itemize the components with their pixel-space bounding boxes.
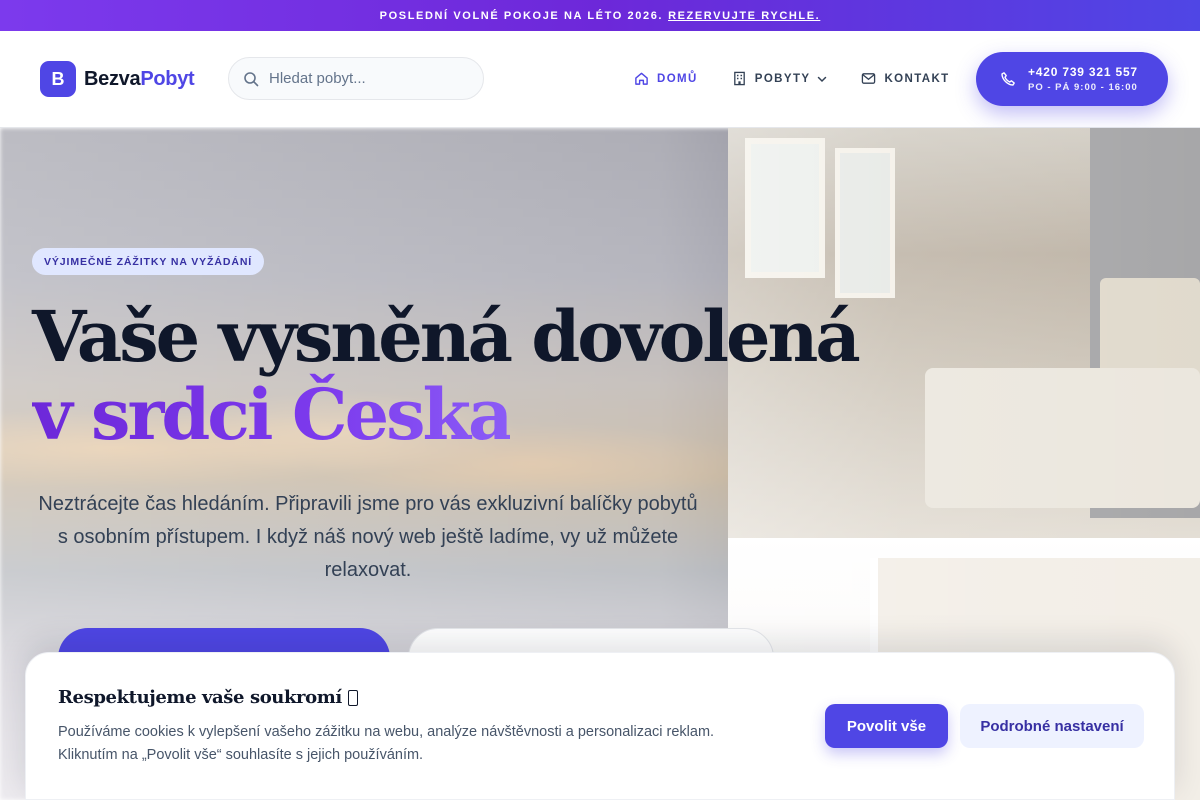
nav-item-home-label: DOMŮ xyxy=(657,72,698,85)
chevron-down-icon xyxy=(818,76,827,82)
logo-badge: B xyxy=(40,61,76,97)
cookie-settings-button[interactable]: Podrobné nastavení xyxy=(960,704,1144,748)
main-nav: DOMŮ POBYTY KONTAKT xyxy=(634,71,984,86)
phone-hours: PO - PÁ 9:00 - 16:00 xyxy=(1028,82,1138,93)
announcement-bar: POSLEDNÍ VOLNÉ POKOJE NA LÉTO 2026. REZE… xyxy=(0,0,1200,31)
phone-button[interactable]: +420 739 321 557 PO - PÁ 9:00 - 16:00 xyxy=(976,52,1168,106)
cookie-banner: Respektujeme vaše soukromí Používáme coo… xyxy=(25,652,1175,800)
announcement-link[interactable]: REZERVUJTE RYCHLE. xyxy=(668,10,820,22)
hero-lead-text: Neztrácejte čas hledáním. Připravili jsm… xyxy=(38,493,698,581)
hero-headline-line2: v srdci Česka xyxy=(32,373,513,456)
logo-text-part2: Pobyt xyxy=(140,67,195,90)
logo[interactable]: B BezvaPobyt xyxy=(40,61,195,97)
cookie-title-row: Respektujeme vaše soukromí xyxy=(58,687,358,708)
search-input[interactable] xyxy=(269,70,469,87)
cookie-allow-all-button[interactable]: Povolit vše xyxy=(825,704,948,748)
cookie-text: Používáme cookies k vylepšení vašeho záž… xyxy=(58,724,715,763)
phone-number: +420 739 321 557 xyxy=(1028,65,1138,79)
phone-icon xyxy=(1001,72,1015,86)
mail-icon xyxy=(862,73,876,84)
cookie-title: Respektujeme vaše soukromí xyxy=(58,687,342,708)
logo-text: BezvaPobyt xyxy=(84,67,195,91)
nav-item-contact-label: KONTAKT xyxy=(884,72,950,85)
hero-badge: VÝJIMEČNÉ ZÁŽITKY NA VYŽÁDÁNÍ xyxy=(32,248,265,275)
building-icon xyxy=(733,71,745,86)
site-header: B BezvaPobyt DOMŮ POBYTY xyxy=(0,31,1200,128)
logo-text-part1: Bezva xyxy=(84,67,141,90)
hero-headline-line1: Vaše vysněná dovolená xyxy=(32,295,861,378)
cookie-icon xyxy=(347,689,358,706)
search-icon xyxy=(244,71,259,86)
nav-item-home[interactable]: DOMŮ xyxy=(634,71,698,86)
nav-item-stays[interactable]: POBYTY xyxy=(732,71,828,86)
announcement-text: POSLEDNÍ VOLNÉ POKOJE NA LÉTO 2026. xyxy=(379,9,664,22)
phone-text: +420 739 321 557 PO - PÁ 9:00 - 16:00 xyxy=(1028,65,1138,93)
search-box xyxy=(228,57,484,100)
nav-item-contact[interactable]: KONTAKT xyxy=(861,71,949,86)
hero-headline: Vaše vysněná dovolená v srdci Česka xyxy=(32,295,861,456)
home-icon xyxy=(635,72,648,85)
nav-item-stays-label: POBYTY xyxy=(754,72,811,85)
